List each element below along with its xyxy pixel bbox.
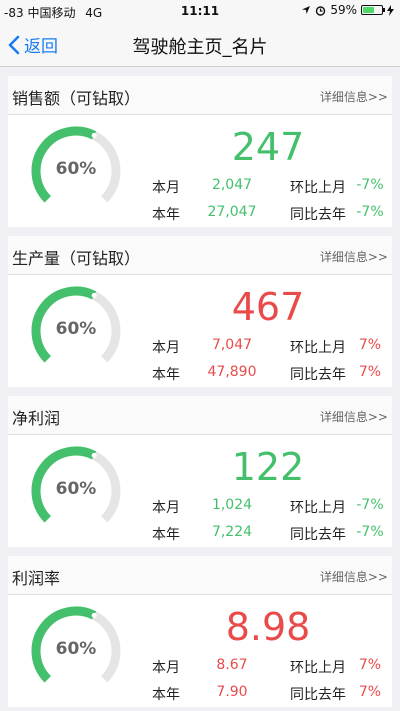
detail-link[interactable]: 详细信息>> [320, 248, 388, 265]
kpi-card-profit-margin: 利润率 详细信息>> 60% 8.98 本月 8.67 环比上月 7% 本年 7… [8, 556, 392, 707]
gauge-knob [91, 132, 97, 138]
card-header: 净利润 详细信息>> [8, 396, 392, 435]
month-value: 8.67 [216, 657, 248, 673]
card-body: 60% 122 本月 1,024 环比上月 -7% 本年 7,224 同比去年 … [8, 435, 392, 547]
yoy-value: 7% [358, 364, 382, 380]
month-value: 7,047 [211, 337, 253, 353]
location-icon [302, 6, 311, 14]
gauge-percent: 60% [55, 639, 97, 659]
gauge-knob [91, 292, 97, 298]
detail-link[interactable]: 详细信息>> [320, 568, 388, 585]
card-header: 生产量（可钻取） 详细信息>> [8, 236, 392, 275]
charging-icon [387, 4, 394, 16]
card-body: 60% 8.98 本月 8.67 环比上月 7% 本年 7.90 同比去年 7% [8, 595, 392, 707]
card-header: 利润率 详细信息>> [8, 556, 392, 595]
month-label: 本月 [152, 340, 180, 356]
mom-value: -7% [356, 177, 384, 193]
status-bar: -83 中国移动 4G 11:11 59% [0, 0, 400, 22]
card-header: 销售额（可钻取） 详细信息>> [8, 76, 392, 115]
kpi-value: 8.98 [225, 605, 311, 649]
alarm-icon [316, 5, 326, 16]
kpi-card-net-profit: 净利润 详细信息>> 60% 122 本月 1,024 环比上月 -7% 本年 … [8, 396, 392, 547]
gauge-percent: 60% [55, 319, 97, 339]
year-label: 本年 [152, 527, 180, 543]
page-title: 驾驶舱主页_名片 [132, 37, 268, 58]
card-title: 生产量（可钻取） [12, 249, 141, 268]
month-label: 本月 [152, 180, 180, 196]
gauge-knob [91, 612, 97, 618]
card-title: 销售额（可钻取） [12, 89, 141, 108]
kpi-value: 467 [231, 285, 305, 329]
month-label: 本月 [152, 660, 180, 676]
year-value: 47,890 [207, 364, 257, 380]
card-title: 利润率 [12, 569, 61, 588]
month-value: 1,024 [211, 497, 253, 513]
detail-link[interactable]: 详细信息>> [320, 408, 388, 425]
detail-link[interactable]: 详细信息>> [320, 88, 388, 105]
yoy-value: 7% [358, 684, 382, 700]
gauge-knob [91, 452, 97, 458]
card-body: 60% 247 本月 2,047 环比上月 -7% 本年 27,047 同比去年… [8, 115, 392, 227]
yoy-value: -7% [356, 524, 384, 540]
kpi-value: 122 [231, 445, 305, 489]
year-value: 7.90 [216, 684, 248, 700]
gauge-percent: 60% [55, 159, 97, 179]
mom-value: 7% [358, 337, 382, 353]
year-value: 7,224 [211, 524, 253, 540]
kpi-card-production: 生产量（可钻取） 详细信息>> 60% 467 本月 7,047 环比上月 7%… [8, 236, 392, 387]
year-value: 27,047 [207, 204, 257, 220]
mom-value: 7% [358, 657, 382, 673]
card-body: 60% 467 本月 7,047 环比上月 7% 本年 47,890 同比去年 … [8, 275, 392, 387]
card-title: 净利润 [12, 409, 61, 428]
mom-value: -7% [356, 497, 384, 513]
month-label: 本月 [152, 500, 180, 516]
status-right: 59% [301, 3, 394, 17]
battery-percent: 59% [330, 3, 357, 17]
year-label: 本年 [152, 367, 180, 383]
yoy-value: -7% [356, 204, 384, 220]
kpi-card-sales: 销售额（可钻取） 详细信息>> 60% 247 本月 2,047 环比上月 -7… [8, 76, 392, 227]
battery-icon [361, 5, 385, 15]
year-label: 本年 [152, 687, 180, 703]
nav-bar: 返回 驾驶舱主页_名片 [0, 22, 400, 67]
year-label: 本年 [152, 207, 180, 223]
month-value: 2,047 [211, 177, 253, 193]
gauge-percent: 60% [55, 479, 97, 499]
kpi-value: 247 [231, 125, 305, 169]
battery-fill [363, 7, 374, 13]
